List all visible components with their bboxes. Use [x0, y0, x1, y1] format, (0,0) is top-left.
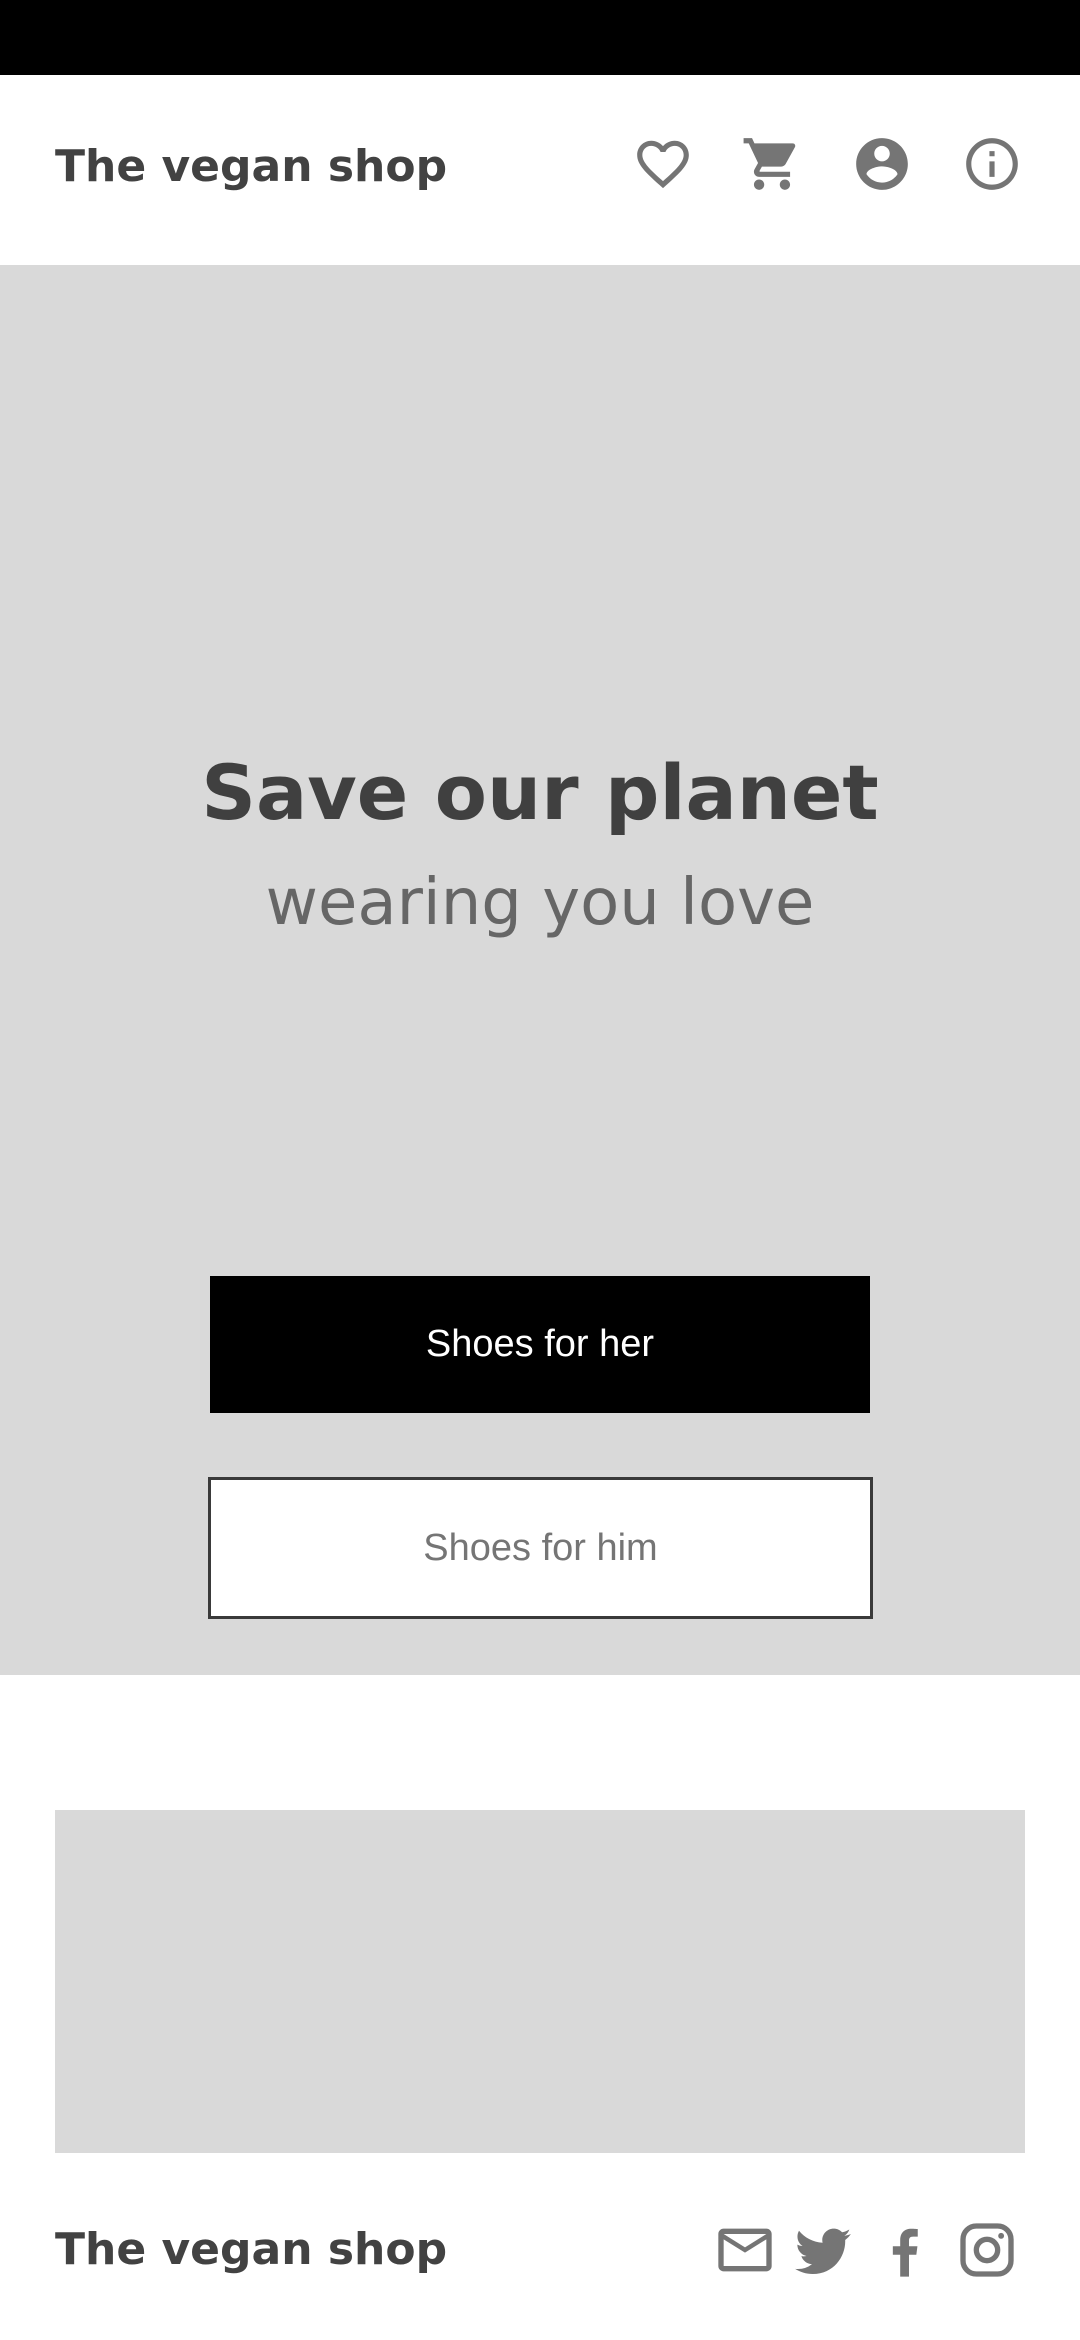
promo-banner-placeholder[interactable]: [55, 1810, 1025, 2153]
mail-icon[interactable]: [713, 2218, 777, 2282]
shoes-for-him-button[interactable]: Shoes for him: [208, 1477, 873, 1619]
account-icon[interactable]: [851, 133, 913, 195]
footer: The vegan shop: [0, 2180, 1080, 2340]
cart-icon[interactable]: [741, 133, 803, 195]
brand-title[interactable]: The vegan shop: [55, 141, 447, 194]
heart-icon[interactable]: [632, 133, 694, 195]
status-bar: [0, 0, 1080, 75]
shoes-for-her-button[interactable]: Shoes for her: [210, 1276, 870, 1413]
hero-subtitle: wearing you love: [265, 866, 815, 940]
hero-banner: Save our planet wearing you love Shoes f…: [0, 265, 1080, 1675]
footer-brand: The vegan shop: [55, 2224, 448, 2275]
hero-title: Save our planet: [201, 748, 879, 837]
instagram-icon[interactable]: [955, 2218, 1019, 2282]
info-icon[interactable]: [961, 133, 1023, 195]
facebook-icon[interactable]: [873, 2218, 937, 2282]
app-header: The vegan shop: [0, 75, 1080, 265]
twitter-icon[interactable]: [791, 2218, 855, 2282]
